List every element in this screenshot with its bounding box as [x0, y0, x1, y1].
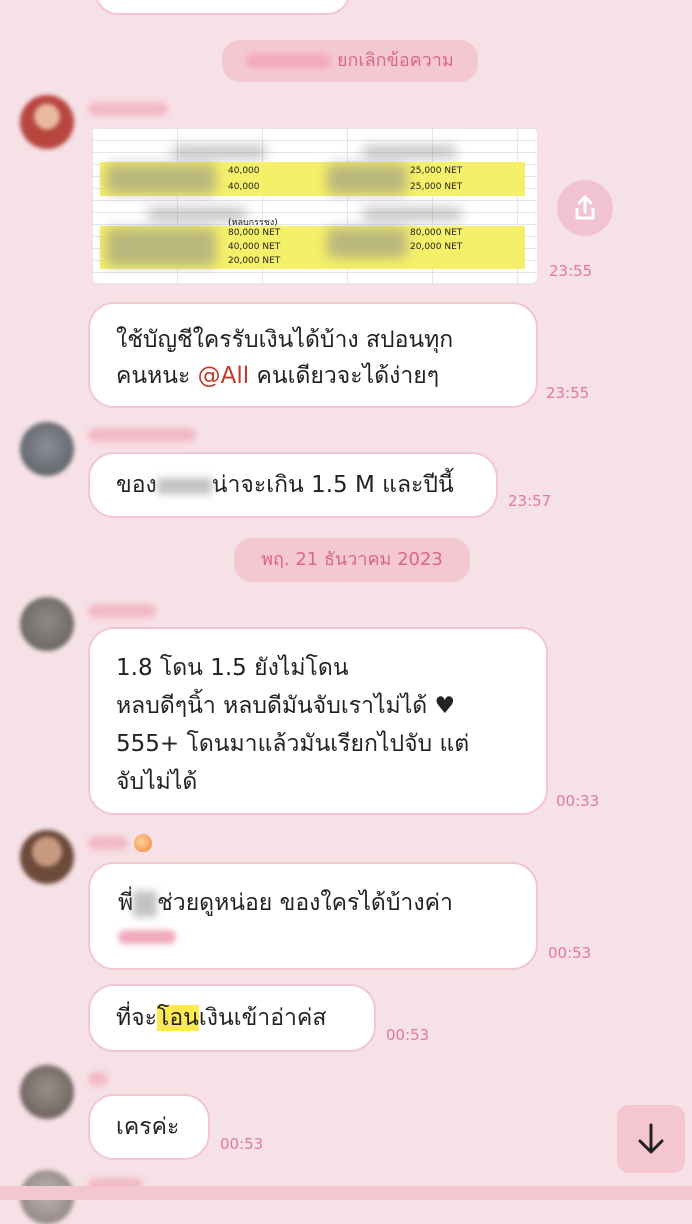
- avatar[interactable]: [20, 597, 74, 651]
- avatar[interactable]: [20, 830, 74, 884]
- recalled-label: ยกเลิกข้อความ: [336, 50, 454, 71]
- message-text: ใช้บัญชีใครรับเงินได้บ้าง สปอนทุก: [116, 327, 454, 353]
- blurred-cell: [327, 164, 407, 194]
- message-text: น่าจะเกิน 1.5 M และปีนี้: [211, 472, 454, 498]
- sender-name: [88, 604, 156, 618]
- sheet-cell: 80,000 NET: [410, 228, 463, 238]
- blurred-cell: [327, 228, 407, 258]
- share-icon: [575, 195, 595, 220]
- date-separator: พฤ. 21 ธันวาคม 2023: [234, 538, 470, 582]
- message-text: หลบดีๆนิ้า หลบดีมันจับเราไม่ได้: [116, 693, 435, 719]
- sheet-cell: 20,000 NET: [410, 242, 463, 252]
- redacted-text: [118, 930, 176, 944]
- message-bubble[interactable]: ของ น่าจะเกิน 1.5 M และปีนี้: [88, 452, 498, 518]
- message-bubble[interactable]: พี่ ช่วยดูหน่อย ของใครได้บ้างค่า: [88, 862, 538, 970]
- message-bubble[interactable]: 1.8 โดน 1.5 ยังไม่โดน หลบดีๆนิ้า หลบดีมั…: [88, 627, 548, 815]
- message-bubble[interactable]: ที่จะโอนเงินเข้าอ่าค่ส: [88, 984, 376, 1052]
- avatar[interactable]: [20, 1065, 74, 1119]
- message-text: จับไม่ได้: [116, 769, 198, 795]
- timestamp: 00:53: [548, 944, 592, 962]
- sheet-cell: 20,000 NET: [228, 256, 281, 266]
- bottom-bar: [0, 1186, 692, 1200]
- partial-bubble-top[interactable]: [95, 0, 350, 15]
- redacted-text: [156, 477, 212, 494]
- message-text-line: คนหนะ @All คนเดียวจะได้ง่ายๆ: [116, 358, 536, 394]
- spreadsheet-image[interactable]: 40,000 25,000 NET 40,000 25,000 NET (หลบ…: [92, 128, 537, 283]
- blurred-cell: [172, 146, 267, 158]
- timestamp: 23:57: [508, 492, 552, 510]
- blurred-cell: [106, 228, 216, 266]
- timestamp: 00:33: [556, 792, 600, 810]
- timestamp: 23:55: [546, 384, 590, 402]
- message-text-line: หลบดีๆนิ้า หลบดีมันจับเราไม่ได้ ♥: [116, 687, 546, 725]
- message-text: พี่: [118, 890, 134, 916]
- scroll-to-bottom-button[interactable]: [617, 1105, 685, 1173]
- heart-icon: ♥: [434, 693, 456, 719]
- message-text: เครค่ะ: [116, 1114, 180, 1140]
- redacted-text: [133, 890, 158, 917]
- message-text: ที่จะ: [116, 1005, 157, 1031]
- sender-name: [88, 102, 168, 116]
- timestamp: 23:55: [549, 262, 593, 280]
- recalled-sender-name: [246, 54, 332, 68]
- message-text: ของ: [116, 472, 157, 498]
- message-text: 555+ โดนมาแล้วมันเรียกไปจับ แต่: [116, 731, 470, 757]
- peach-emoji-icon: [134, 834, 152, 852]
- sender-name: [88, 428, 196, 442]
- mention-all[interactable]: @All: [198, 363, 250, 389]
- sender-name: [88, 836, 128, 850]
- timestamp: 00:53: [386, 1026, 430, 1044]
- timestamp: 00:53: [220, 1135, 264, 1153]
- blurred-cell: [106, 164, 216, 194]
- arrow-down-icon: [638, 1123, 664, 1154]
- message-recalled-notice: ยกเลิกข้อความ: [222, 40, 478, 82]
- message-text: คนหนะ: [116, 363, 198, 389]
- message-text: ช่วยดูหน่อย ของใครได้บ้างค่า: [157, 890, 453, 916]
- avatar[interactable]: [20, 95, 74, 149]
- blurred-cell: [362, 146, 457, 158]
- sheet-cell: 40,000: [228, 166, 260, 176]
- blurred-cell: [362, 208, 462, 220]
- message-bubble[interactable]: เครค่ะ: [88, 1094, 210, 1160]
- sheet-cell: 40,000: [228, 182, 260, 192]
- message-bubble[interactable]: ใช้บัญชีใครรับเงินได้บ้าง สปอนทุก คนหนะ …: [88, 302, 538, 408]
- sheet-cell: 40,000 NET: [228, 242, 281, 252]
- message-text: เงินเข้าอ่าค่ส: [198, 1005, 327, 1031]
- message-text: คนเดียวจะได้ง่ายๆ: [249, 363, 440, 389]
- message-text: 1.8 โดน 1.5 ยังไม่โดน: [116, 655, 349, 681]
- message-text-line: พี่ ช่วยดูหน่อย ของใครได้บ้างค่า: [118, 884, 536, 922]
- highlighted-text: โอน: [157, 1005, 199, 1031]
- sheet-cell: 25,000 NET: [410, 182, 463, 192]
- avatar[interactable]: [20, 422, 74, 476]
- share-button[interactable]: [557, 180, 613, 236]
- sheet-cell: 25,000 NET: [410, 166, 463, 176]
- sender-name: [88, 1072, 108, 1086]
- sheet-cell: 80,000 NET: [228, 228, 281, 238]
